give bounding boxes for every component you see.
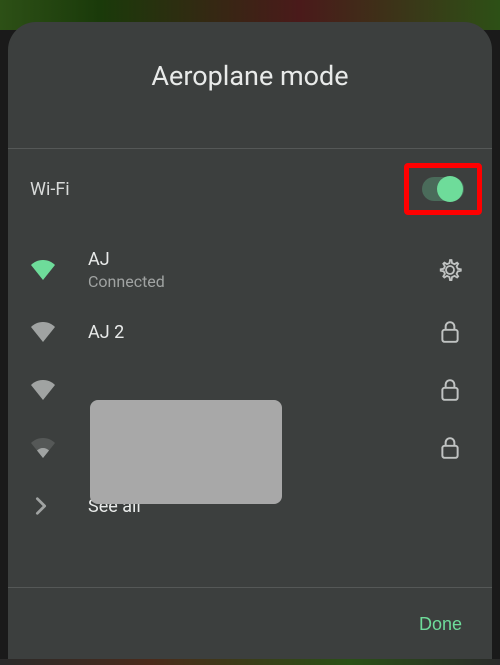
chevron-right-icon <box>30 495 70 517</box>
panel-header: Aeroplane mode <box>8 22 492 148</box>
lock-icon <box>440 320 460 344</box>
network-name: AJ <box>88 249 430 270</box>
quick-settings-panel: Aeroplane mode Wi-Fi AJ Connected <box>8 22 492 665</box>
network-status: Connected <box>88 272 430 291</box>
lock-icon <box>440 436 460 460</box>
redacted-overlay <box>90 400 282 504</box>
wifi-toggle-container <box>414 169 472 209</box>
wifi-signal-icon <box>30 380 70 400</box>
done-button[interactable]: Done <box>419 614 462 635</box>
lock-indicator <box>430 320 470 344</box>
network-info: AJ 2 <box>70 322 430 343</box>
wifi-network-item[interactable]: AJ Connected <box>8 237 492 303</box>
toggle-thumb <box>437 176 463 202</box>
lock-icon <box>440 378 460 402</box>
wifi-signal-icon <box>30 260 70 280</box>
lock-indicator <box>430 378 470 402</box>
wifi-signal-icon <box>30 322 70 342</box>
wifi-toggle-row: Wi-Fi <box>8 149 492 229</box>
wallpaper-peek-bottom <box>0 659 500 665</box>
network-name: AJ 2 <box>88 322 430 343</box>
wifi-toggle[interactable] <box>422 177 464 201</box>
wifi-signal-icon <box>30 438 70 458</box>
gear-icon <box>438 258 462 282</box>
panel-title: Aeroplane mode <box>8 60 492 92</box>
network-settings-button[interactable] <box>430 258 470 282</box>
lock-indicator <box>430 436 470 460</box>
network-info: AJ Connected <box>70 249 430 291</box>
wifi-label: Wi-Fi <box>30 179 70 200</box>
panel-footer: Done <box>8 587 492 665</box>
wifi-network-item[interactable]: AJ 2 <box>8 303 492 361</box>
